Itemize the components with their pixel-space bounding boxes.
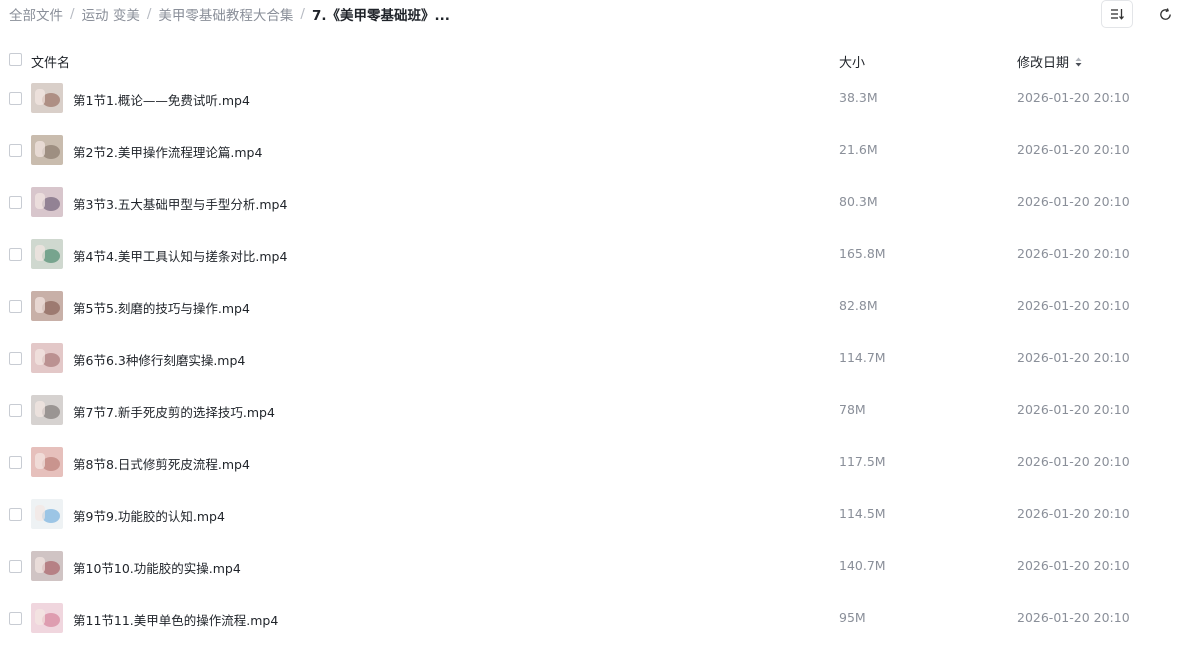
file-size: 114.5M: [839, 506, 886, 521]
file-modified-date: 2026-01-20 20:10: [1017, 454, 1130, 469]
breadcrumb-separator: /: [146, 6, 152, 22]
video-thumbnail[interactable]: [31, 551, 63, 581]
breadcrumb-separator: /: [300, 6, 305, 22]
row-checkbox[interactable]: [9, 300, 22, 313]
file-list-header: 文件名 大小 修改日期: [0, 46, 1191, 74]
table-row[interactable]: 第9节9.功能胶的认知.mp4 114.5M 2026-01-20 20:10: [0, 488, 1191, 540]
file-name[interactable]: 第3节3.五大基础甲型与手型分析.mp4: [73, 194, 287, 213]
breadcrumb: 全部文件 / 运动 变美 / 美甲零基础教程大合集 / 7.《美甲零基础班》..…: [9, 4, 450, 24]
table-row[interactable]: 第8节8.日式修剪死皮流程.mp4 117.5M 2026-01-20 20:10: [0, 436, 1191, 488]
table-row[interactable]: 第5节5.刻磨的技巧与操作.mp4 82.8M 2026-01-20 20:10: [0, 280, 1191, 332]
file-size: 38.3M: [839, 90, 878, 105]
refresh-icon: [1159, 7, 1171, 20]
file-modified-date: 2026-01-20 20:10: [1017, 194, 1130, 209]
file-size: 80.3M: [839, 194, 878, 209]
column-header-name[interactable]: 文件名: [31, 52, 70, 71]
file-modified-date: 2026-01-20 20:10: [1017, 90, 1130, 105]
table-row[interactable]: 第1节1.概论——免费试听.mp4 38.3M 2026-01-20 20:10: [0, 72, 1191, 124]
file-size: 78M: [839, 402, 866, 417]
row-checkbox[interactable]: [9, 92, 22, 105]
table-row[interactable]: 第7节7.新手死皮剪的选择技巧.mp4 78M 2026-01-20 20:10: [0, 384, 1191, 436]
sort-caret-icon: [1075, 57, 1082, 67]
video-thumbnail[interactable]: [31, 395, 63, 425]
file-size: 117.5M: [839, 454, 886, 469]
row-checkbox[interactable]: [9, 456, 22, 469]
row-checkbox[interactable]: [9, 196, 22, 209]
file-modified-date: 2026-01-20 20:10: [1017, 246, 1130, 261]
breadcrumb-item-sports-beauty[interactable]: 运动 变美: [82, 4, 140, 24]
file-size: 21.6M: [839, 142, 878, 157]
file-name[interactable]: 第6节6.3种修行刻磨实操.mp4: [73, 350, 245, 369]
file-name[interactable]: 第1节1.概论——免费试听.mp4: [73, 90, 250, 109]
row-checkbox[interactable]: [9, 508, 22, 521]
breadcrumb-item-all-files[interactable]: 全部文件: [9, 4, 63, 24]
sort-button[interactable]: [1101, 0, 1133, 28]
column-header-date[interactable]: 修改日期: [1017, 52, 1082, 71]
file-size: 95M: [839, 610, 866, 625]
file-size: 82.8M: [839, 298, 878, 313]
breadcrumb-item-nail-collection[interactable]: 美甲零基础教程大合集: [158, 4, 293, 24]
row-checkbox[interactable]: [9, 560, 22, 573]
column-header-date-label: 修改日期: [1017, 56, 1070, 71]
video-thumbnail[interactable]: [31, 499, 63, 529]
file-name[interactable]: 第7节7.新手死皮剪的选择技巧.mp4: [73, 402, 275, 421]
video-thumbnail[interactable]: [31, 83, 63, 113]
file-size: 165.8M: [839, 246, 886, 261]
breadcrumb-current-folder: 7.《美甲零基础班》...: [311, 8, 450, 24]
file-name[interactable]: 第9节9.功能胶的认知.mp4: [73, 506, 225, 525]
table-row[interactable]: 第3节3.五大基础甲型与手型分析.mp4 80.3M 2026-01-20 20:1…: [0, 176, 1191, 228]
video-thumbnail[interactable]: [31, 135, 63, 165]
row-checkbox[interactable]: [9, 612, 22, 625]
file-modified-date: 2026-01-20 20:10: [1017, 298, 1130, 313]
file-size: 140.7M: [839, 558, 886, 573]
row-checkbox[interactable]: [9, 404, 22, 417]
file-modified-date: 2026-01-20 20:10: [1017, 506, 1130, 521]
file-name[interactable]: 第4节4.美甲工具认知与搓条对比.mp4: [73, 246, 287, 265]
table-row[interactable]: 第6节6.3种修行刻磨实操.mp4 114.7M 2026-01-20 20:10: [0, 332, 1191, 384]
breadcrumb-separator: /: [70, 6, 75, 22]
column-header-size[interactable]: 大小: [839, 52, 865, 71]
sort-list-icon: [1111, 9, 1124, 20]
row-checkbox[interactable]: [9, 352, 22, 365]
file-size: 114.7M: [839, 350, 886, 365]
row-checkbox[interactable]: [9, 144, 22, 157]
table-row[interactable]: 第10节10.功能胶的实操.mp4 140.7M 2026-01-20 20:10: [0, 540, 1191, 592]
file-name[interactable]: 第2节2.美甲操作流程理论篇.mp4: [73, 142, 262, 161]
file-name[interactable]: 第8节8.日式修剪死皮流程.mp4: [73, 454, 250, 473]
video-thumbnail[interactable]: [31, 291, 63, 321]
video-thumbnail[interactable]: [31, 239, 63, 269]
video-thumbnail[interactable]: [31, 187, 63, 217]
file-name[interactable]: 第5节5.刻磨的技巧与操作.mp4: [73, 298, 250, 317]
file-modified-date: 2026-01-20 20:10: [1017, 350, 1130, 365]
select-all-checkbox[interactable]: [9, 53, 22, 66]
file-modified-date: 2026-01-20 20:10: [1017, 558, 1130, 573]
file-modified-date: 2026-01-20 20:10: [1017, 402, 1130, 417]
table-row[interactable]: 第2节2.美甲操作流程理论篇.mp4 21.6M 2026-01-20 20:10: [0, 124, 1191, 176]
table-row[interactable]: 第4节4.美甲工具认知与搓条对比.mp4 165.8M 2026-01-20 20:…: [0, 228, 1191, 280]
file-name[interactable]: 第10节10.功能胶的实操.mp4: [73, 558, 241, 577]
row-checkbox[interactable]: [9, 248, 22, 261]
video-thumbnail[interactable]: [31, 343, 63, 373]
file-modified-date: 2026-01-20 20:10: [1017, 142, 1130, 157]
table-row[interactable]: 第11节11.美甲单色的操作流程.mp4 95M 2026-01-20 20:10: [0, 592, 1191, 644]
file-name[interactable]: 第11节11.美甲单色的操作流程.mp4: [73, 610, 278, 629]
top-bar: 全部文件 / 运动 变美 / 美甲零基础教程大合集 / 7.《美甲零基础班》..…: [0, 0, 1191, 30]
refresh-button[interactable]: [1152, 0, 1178, 28]
video-thumbnail[interactable]: [31, 603, 63, 633]
video-thumbnail[interactable]: [31, 447, 63, 477]
file-modified-date: 2026-01-20 20:10: [1017, 610, 1130, 625]
